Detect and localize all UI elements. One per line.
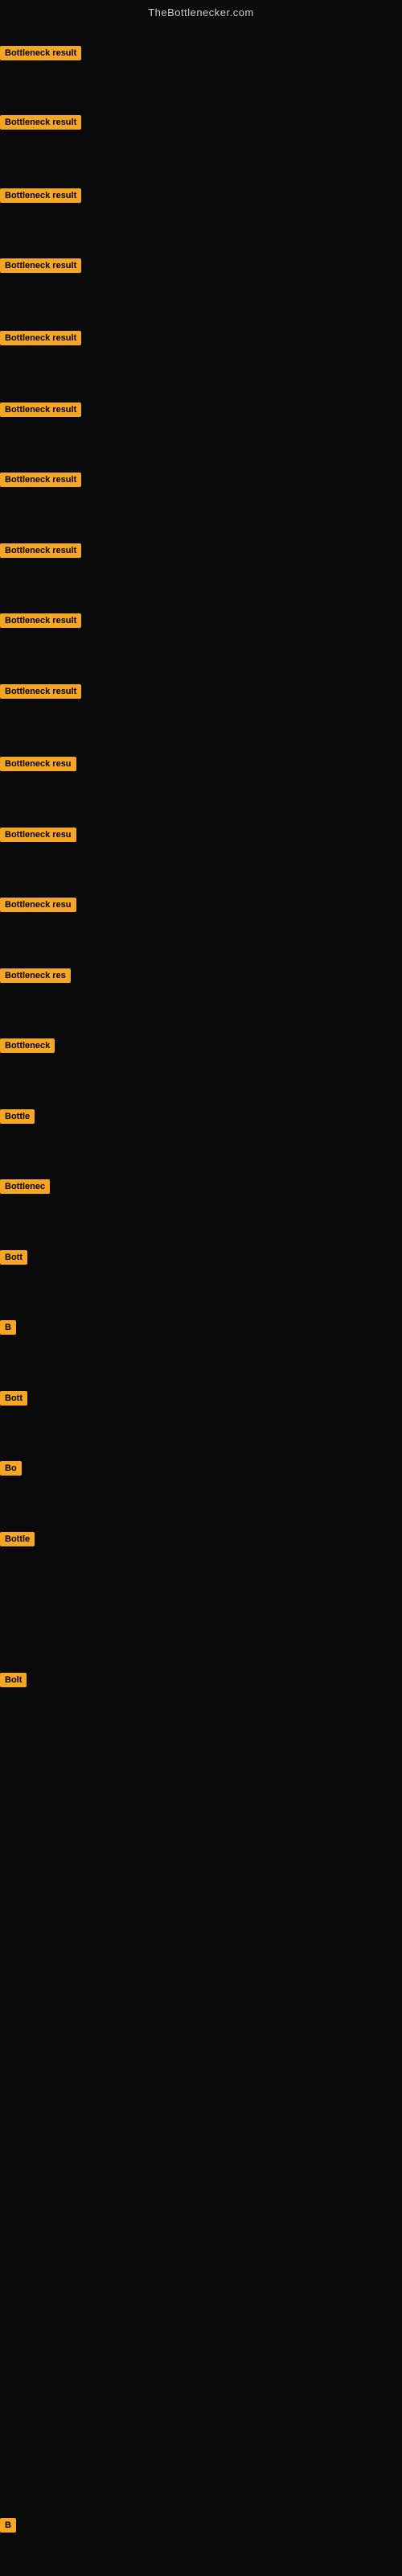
bottleneck-result-badge: Bottlenec — [0, 1179, 50, 1194]
list-item[interactable]: B — [0, 2518, 16, 2537]
list-item[interactable]: Bottleneck result — [0, 543, 81, 562]
bottleneck-result-badge: Bottleneck result — [0, 331, 81, 345]
list-item[interactable]: Bottleneck res — [0, 968, 71, 987]
list-item[interactable]: Bottle — [0, 1532, 35, 1550]
list-item[interactable]: Bottleneck result — [0, 402, 81, 421]
list-item[interactable]: Bottleneck result — [0, 258, 81, 277]
list-item[interactable]: Bottleneck result — [0, 188, 81, 207]
bottleneck-result-badge: Bottleneck resu — [0, 757, 76, 771]
bottleneck-result-badge: Bottleneck — [0, 1038, 55, 1053]
bottleneck-result-badge: Bolt — [0, 1673, 27, 1687]
list-item[interactable]: Bottleneck result — [0, 331, 81, 349]
list-item[interactable]: Bottleneck resu — [0, 898, 76, 916]
bottleneck-result-badge: B — [0, 2518, 16, 2533]
bottleneck-result-badge: Bottleneck resu — [0, 898, 76, 912]
bottleneck-result-badge: Bottle — [0, 1532, 35, 1546]
bottleneck-result-badge: Bottleneck result — [0, 46, 81, 60]
bottleneck-result-badge: Bottleneck result — [0, 543, 81, 558]
bottleneck-result-badge: Bott — [0, 1391, 27, 1406]
list-item[interactable]: B — [0, 1320, 16, 1339]
list-item[interactable]: Bottleneck — [0, 1038, 55, 1057]
bottleneck-result-badge: Bottleneck result — [0, 188, 81, 203]
bottleneck-result-badge: Bottle — [0, 1109, 35, 1124]
bottleneck-result-badge: Bottleneck resu — [0, 828, 76, 842]
bottleneck-result-badge: Bo — [0, 1461, 22, 1476]
list-item[interactable]: Bottleneck result — [0, 613, 81, 632]
list-item[interactable]: Bottleneck result — [0, 46, 81, 64]
site-header: TheBottlenecker.com — [0, 0, 402, 22]
list-item[interactable]: Bottleneck result — [0, 473, 81, 491]
site-title: TheBottlenecker.com — [148, 6, 254, 19]
list-item[interactable]: Bottleneck resu — [0, 828, 76, 846]
bottleneck-result-badge: Bottleneck res — [0, 968, 71, 983]
list-item[interactable]: Bott — [0, 1250, 27, 1269]
bottleneck-result-badge: Bott — [0, 1250, 27, 1265]
list-item[interactable]: Bott — [0, 1391, 27, 1410]
bottleneck-result-badge: Bottleneck result — [0, 402, 81, 417]
list-item[interactable]: Bottleneck result — [0, 684, 81, 703]
bottleneck-result-badge: Bottleneck result — [0, 258, 81, 273]
bottleneck-result-badge: B — [0, 1320, 16, 1335]
list-item[interactable]: Bottleneck result — [0, 115, 81, 134]
list-item[interactable]: Bottleneck resu — [0, 757, 76, 775]
list-item[interactable]: Bottlenec — [0, 1179, 50, 1198]
bottleneck-result-badge: Bottleneck result — [0, 473, 81, 487]
list-item[interactable]: Bo — [0, 1461, 22, 1480]
bottleneck-result-badge: Bottleneck result — [0, 684, 81, 699]
bottleneck-result-badge: Bottleneck result — [0, 115, 81, 130]
bottleneck-result-badge: Bottleneck result — [0, 613, 81, 628]
list-item[interactable]: Bolt — [0, 1673, 27, 1691]
list-item[interactable]: Bottle — [0, 1109, 35, 1128]
